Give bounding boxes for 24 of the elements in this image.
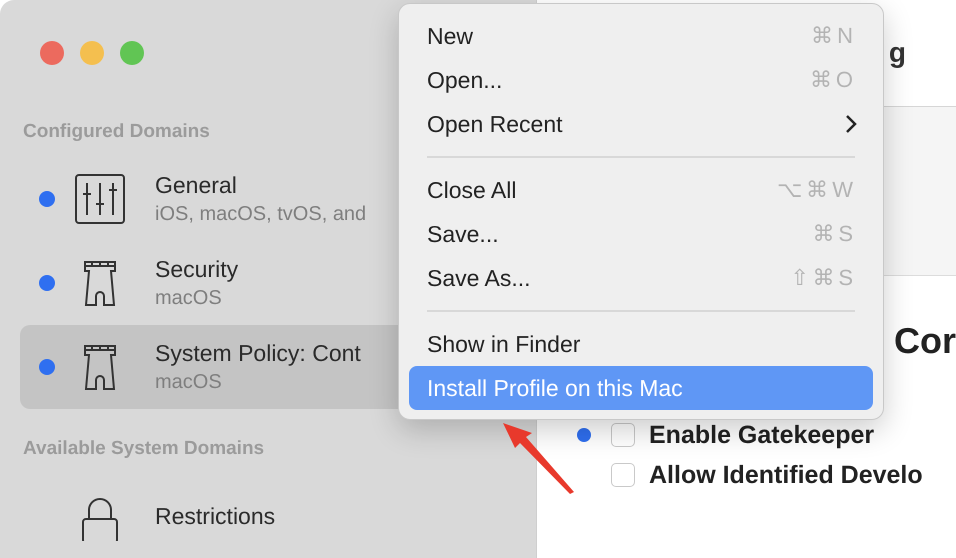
checkbox[interactable] [611,463,635,487]
menu-item[interactable]: Open Recent [409,102,873,146]
section-header: Configured Domains [22,120,210,144]
shortcut-label: ⌘S [812,221,857,247]
section-header: Available System Domains [22,437,264,462]
sidebar-item[interactable]: Restrictions [20,474,487,558]
shortcut-label: ⇧⌘S [790,265,857,291]
shortcut-label: ⌘O [810,67,857,93]
section-heading: Cor [894,320,956,362]
option-label: Enable Gatekeeper [649,420,874,450]
shortcut-label: ⌘N [811,23,857,49]
menu-item[interactable]: Save... ⌘S [409,212,873,256]
menu-item[interactable]: Close All ⌥⌘W [409,168,873,212]
menu-item[interactable]: Open... ⌘O [409,58,873,102]
minimize-button[interactable] [80,41,104,65]
zoom-button[interactable] [120,41,144,65]
pane-title: g [888,37,906,69]
sliders-icon [75,174,125,224]
close-button[interactable] [40,41,64,65]
menu-item[interactable]: Save As... ⇧⌘S [409,256,873,300]
option-label: Allow Identified Develo [649,460,923,490]
checkbox[interactable] [611,423,635,447]
menu-item[interactable]: New ⌘N [409,14,873,58]
shortcut-label: ⌥⌘W [777,177,857,203]
